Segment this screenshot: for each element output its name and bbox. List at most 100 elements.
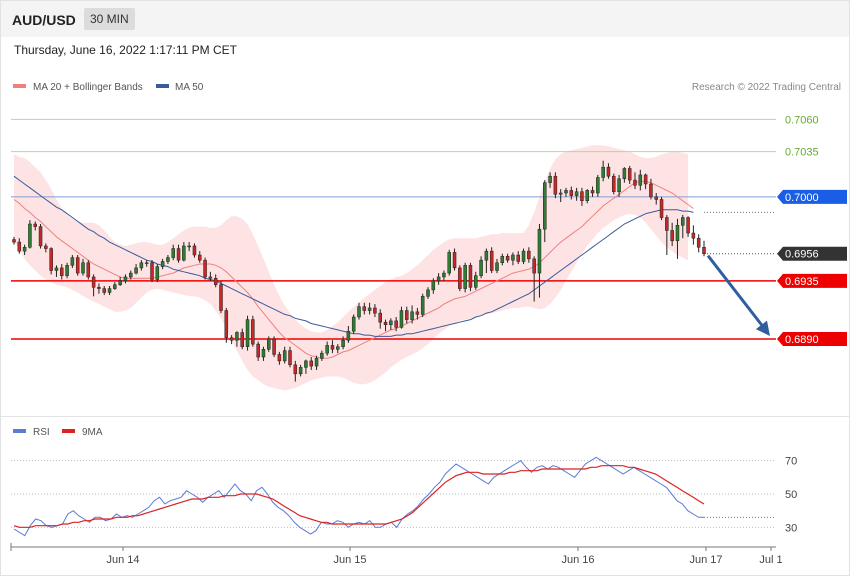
candle-body xyxy=(166,257,170,262)
candle-body xyxy=(70,257,75,266)
candle-body xyxy=(468,265,473,288)
candle-body xyxy=(606,166,611,177)
candle-body xyxy=(452,252,457,269)
candle-body xyxy=(203,259,207,278)
candle-body xyxy=(617,178,621,192)
candle-body xyxy=(654,196,658,200)
candle-body xyxy=(336,346,340,350)
candle-body xyxy=(213,278,218,285)
candle-body xyxy=(378,312,382,323)
rsi-tick-50: 50 xyxy=(785,489,797,501)
candle-body xyxy=(702,247,706,254)
target-arrow xyxy=(706,254,770,336)
candle-body xyxy=(187,245,191,248)
candle-body xyxy=(463,265,467,289)
candle-body xyxy=(500,256,505,263)
candle-body xyxy=(107,288,112,293)
arrow-shaft xyxy=(706,254,766,329)
candle-body xyxy=(596,177,600,194)
candle-body xyxy=(123,276,128,282)
level-label-0.7060: 0.7060 xyxy=(785,114,819,126)
candle-body xyxy=(12,239,16,243)
candle-body xyxy=(282,350,287,362)
x-tick-label: Jun 16 xyxy=(561,554,594,566)
x-tick-label: Jun 15 xyxy=(333,554,366,566)
candle-body xyxy=(245,319,250,347)
candle-body xyxy=(436,276,441,282)
candle-body xyxy=(474,275,478,288)
price-and-rsi-chart: MA 20 + Bollinger Bands MA 50 Research ©… xyxy=(10,82,847,566)
level-label-0.6935: 0.6935 xyxy=(785,276,819,288)
level-label-0.7000: 0.7000 xyxy=(785,192,819,204)
candle-body xyxy=(548,175,552,183)
candle-body xyxy=(532,258,536,274)
candle-body xyxy=(351,316,356,332)
candle-body xyxy=(458,267,462,289)
candle-body xyxy=(410,311,414,320)
candle-body xyxy=(659,199,664,218)
candle-body xyxy=(346,330,351,341)
rsi-legend-label: RSI xyxy=(33,427,50,438)
candle-body xyxy=(267,338,271,350)
candle-body xyxy=(86,262,91,278)
rsi-tick-30: 30 xyxy=(785,522,797,534)
candle-body xyxy=(633,179,637,186)
candle-body xyxy=(696,237,701,248)
ma50-legend-label: MA 50 xyxy=(175,82,204,93)
candle-body xyxy=(415,311,420,315)
candle-body xyxy=(362,306,367,311)
candle-body xyxy=(139,262,144,269)
candle-body xyxy=(383,321,388,325)
candle-body xyxy=(251,319,255,345)
candle-body xyxy=(681,217,685,226)
candle-body xyxy=(304,360,308,368)
candle-body xyxy=(65,265,69,276)
candle-body xyxy=(155,266,160,280)
candle-body xyxy=(113,284,117,289)
candle-body xyxy=(235,332,239,341)
candle-body xyxy=(537,228,542,274)
arrow-head xyxy=(755,320,770,336)
candle-body xyxy=(590,190,595,194)
candle-body xyxy=(373,307,377,314)
x-tick-label: Jun 14 xyxy=(106,554,139,566)
rsi-legend-swatch xyxy=(13,429,26,433)
candle-body xyxy=(314,358,319,367)
candle-body xyxy=(272,338,276,355)
ma9-legend-swatch xyxy=(62,429,75,433)
candle-body xyxy=(670,230,674,242)
candle-body xyxy=(638,174,643,186)
candle-body xyxy=(495,262,499,271)
candle-body xyxy=(298,367,303,375)
candle-body xyxy=(367,307,372,311)
level-labels: 0.7060 0.7035 0.7000 0.6956 0.6935 0.6890 xyxy=(777,114,847,346)
candle-body xyxy=(150,262,154,280)
candle-body xyxy=(28,223,32,248)
candle-body xyxy=(341,340,345,347)
candle-body xyxy=(75,257,80,274)
candle-body xyxy=(643,174,648,185)
candle-body xyxy=(686,217,690,234)
ma20-legend-swatch xyxy=(13,84,26,88)
candle-body xyxy=(33,223,37,227)
candle-body xyxy=(405,310,409,320)
level-label-0.6890: 0.6890 xyxy=(785,334,819,346)
x-axis: Jun 14 Jun 15 Jun 16 Jun 17 Jul 1 xyxy=(10,543,783,566)
candle-body xyxy=(564,190,568,194)
candle-body xyxy=(431,280,436,291)
candle-body xyxy=(627,168,632,181)
candle-body xyxy=(261,349,266,358)
x-tick-label: Jul 1 xyxy=(759,554,782,566)
ma20-legend-label: MA 20 + Bollinger Bands xyxy=(33,82,143,93)
candle-body xyxy=(256,343,260,358)
candle-body xyxy=(574,191,579,196)
candle-body xyxy=(399,310,404,328)
candle-body xyxy=(192,245,197,256)
candle-body xyxy=(527,250,531,260)
bollinger-band-fill xyxy=(14,145,689,391)
candle-body xyxy=(479,259,483,276)
rsi-gridlines: 30 50 70 xyxy=(11,456,797,534)
candle-body xyxy=(240,332,244,347)
candle-body xyxy=(134,267,138,274)
candle-body xyxy=(389,320,393,325)
